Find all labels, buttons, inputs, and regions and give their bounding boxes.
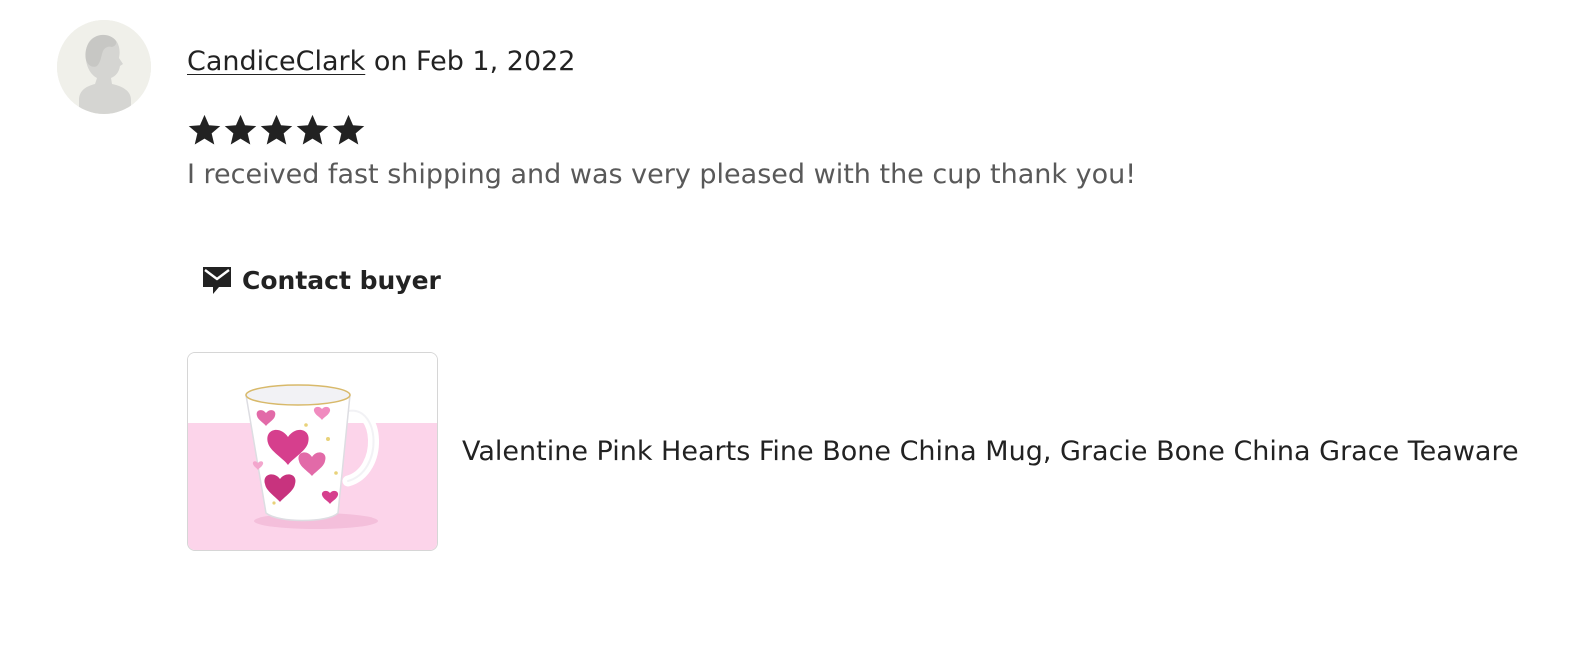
star-icon: [296, 114, 329, 145]
star-icon: [332, 114, 365, 145]
listing-title[interactable]: Valentine Pink Hearts Fine Bone China Mu…: [462, 434, 1519, 470]
mug-with-pink-hearts-image: [188, 353, 437, 550]
listing-link[interactable]: Valentine Pink Hearts Fine Bone China Mu…: [187, 352, 1519, 551]
message-icon: [201, 265, 233, 295]
listing-thumbnail[interactable]: [187, 352, 438, 551]
review-header: CandiceClark on Feb 1, 2022: [187, 44, 576, 80]
default-user-silhouette-icon: [57, 20, 151, 114]
reviewer-avatar[interactable]: [57, 20, 151, 114]
star-rating: [187, 112, 366, 148]
star-icon: [260, 114, 293, 145]
review-date: on Feb 1, 2022: [365, 46, 576, 77]
review-text: I received fast shipping and was very pl…: [187, 159, 1137, 190]
reviewer-name-link[interactable]: CandiceClark: [187, 46, 365, 77]
contact-buyer-label: Contact buyer: [242, 265, 441, 295]
star-icon: [188, 114, 221, 145]
contact-buyer-button[interactable]: Contact buyer: [189, 254, 453, 306]
star-icon: [224, 114, 257, 145]
